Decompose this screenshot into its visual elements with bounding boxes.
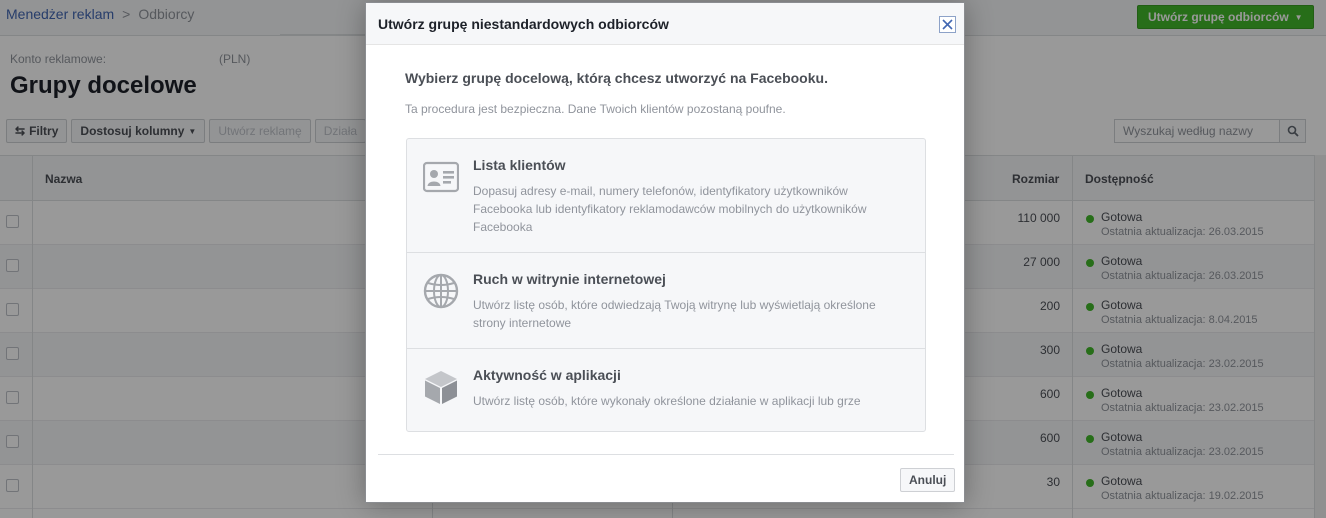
option-customer-list[interactable]: Lista klientów Dopasuj adresy e-mail, nu… (407, 139, 925, 253)
option-description: Dopasuj adresy e-mail, numery telefonów,… (473, 184, 867, 234)
globe-icon (423, 273, 459, 309)
cube-icon (425, 371, 457, 404)
close-icon (942, 19, 953, 30)
option-title: Ruch w witrynie internetowej (473, 271, 666, 287)
contact-card-icon (423, 161, 459, 193)
dialog-subtext: Ta procedura jest bezpieczna. Dane Twoic… (405, 102, 786, 116)
option-title: Aktywność w aplikacji (473, 367, 621, 383)
option-title: Lista klientów (473, 157, 566, 173)
create-custom-audience-dialog: Utwórz grupę niestandardowych odbiorców … (365, 2, 965, 503)
audience-type-options: Lista klientów Dopasuj adresy e-mail, nu… (406, 138, 926, 432)
dialog-heading: Wybierz grupę docelową, którą chcesz utw… (405, 70, 828, 86)
option-description: Utwórz listę osób, które wykonały określ… (473, 394, 861, 408)
dialog-footer-divider (378, 454, 954, 455)
option-description: Utwórz listę osób, które odwiedzają Twoj… (473, 298, 876, 330)
option-website-traffic[interactable]: Ruch w witrynie internetowej Utwórz list… (407, 253, 925, 349)
option-app-activity[interactable]: Aktywność w aplikacji Utwórz listę osób,… (407, 349, 925, 431)
close-button[interactable] (939, 16, 956, 33)
dialog-header: Utwórz grupę niestandardowych odbiorców (366, 3, 964, 45)
dialog-title: Utwórz grupę niestandardowych odbiorców (378, 16, 669, 32)
cancel-button[interactable]: Anuluj (900, 468, 956, 492)
